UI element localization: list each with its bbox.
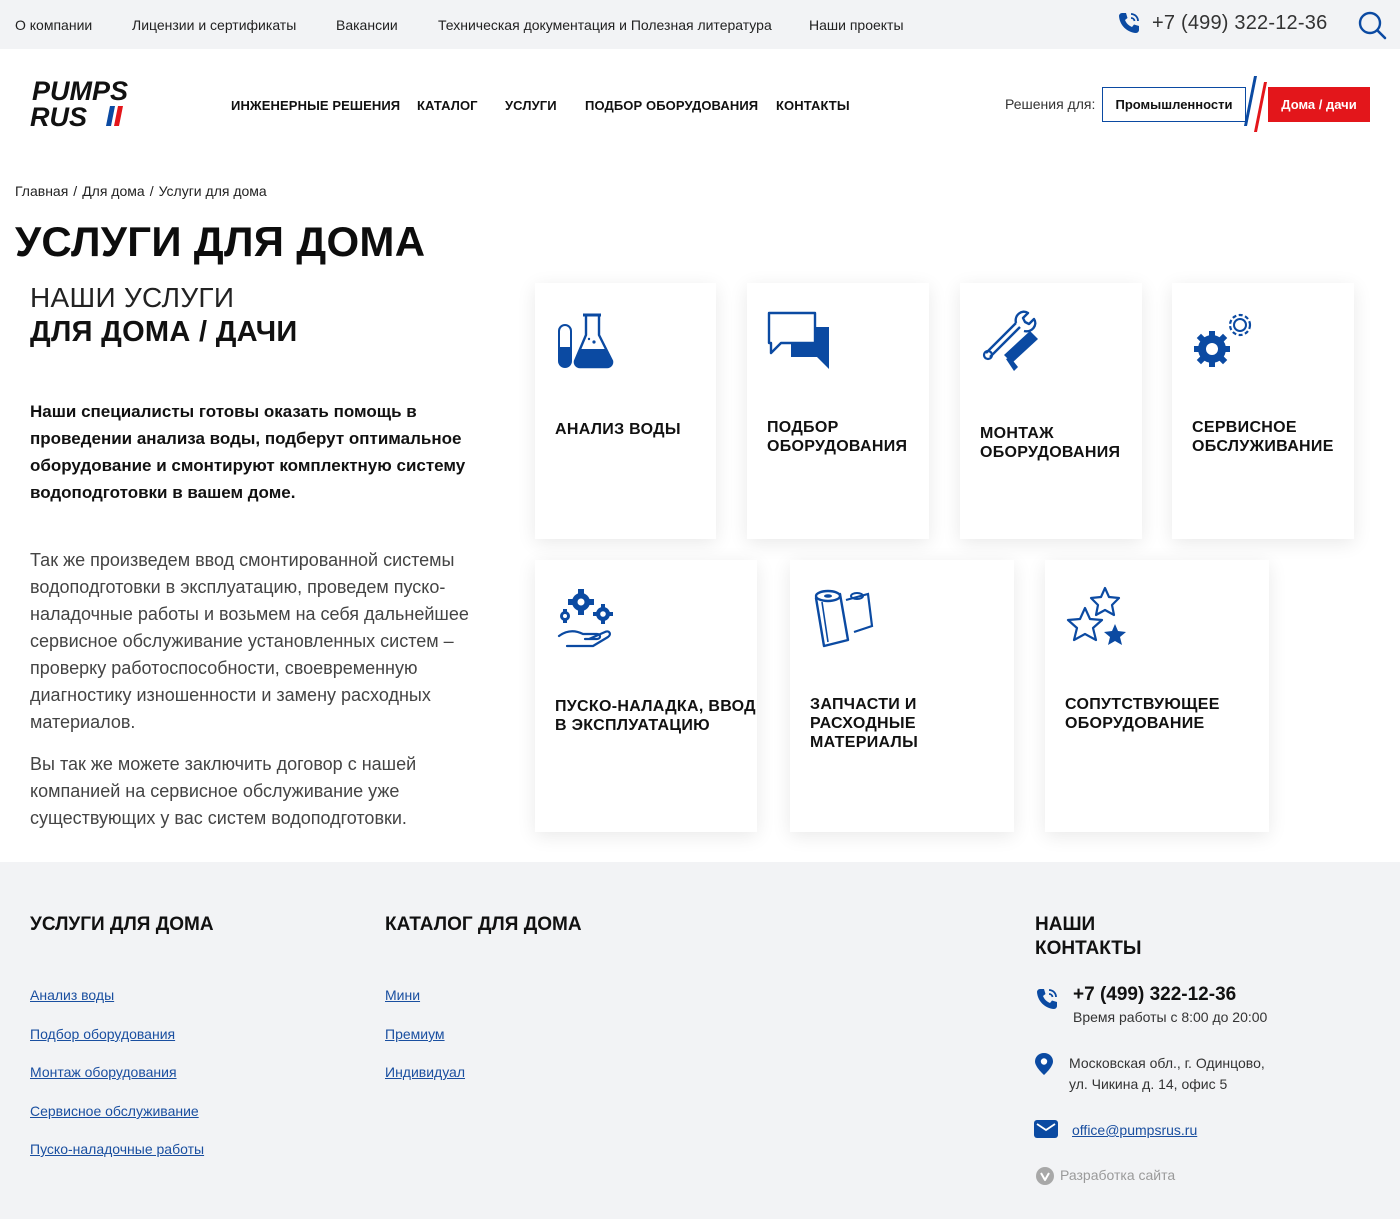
wrench-icon bbox=[982, 310, 1038, 371]
footer-link-water-analysis[interactable]: Анализ воды bbox=[30, 987, 114, 1003]
service-card-related-equipment[interactable]: Сопутствующее оборудование bbox=[1045, 560, 1269, 832]
footer-address-line1: Московская обл., г. Одинцово, bbox=[1069, 1055, 1265, 1071]
top-phone-number: +7 (499) 322-12-36 bbox=[1152, 11, 1328, 34]
solutions-label: Решения для: bbox=[1005, 96, 1096, 112]
service-label: Сервисное обслуживание bbox=[1192, 419, 1334, 455]
chat-icon bbox=[767, 311, 829, 369]
section-subtitle-1: НАШИ УСЛУГИ bbox=[30, 282, 235, 313]
location-pin-icon bbox=[1035, 1053, 1053, 1075]
breadcrumb-home[interactable]: Главная bbox=[15, 183, 68, 199]
nav-catalog[interactable]: КАТАЛОГ bbox=[417, 98, 478, 113]
service-card-maintenance[interactable]: Сервисное обслуживание bbox=[1172, 283, 1354, 539]
service-card-spare-parts[interactable]: Запчасти и расходные материалы bbox=[790, 560, 1014, 832]
footer-address-line2: ул. Чикина д. 14, офис 5 bbox=[1069, 1076, 1228, 1092]
footer-address: Московская обл., г. Одинцово, ул. Чикина… bbox=[1069, 1053, 1265, 1095]
service-label: Пуско-наладка, ввод в эксплуатацию bbox=[555, 698, 756, 734]
service-card-commissioning[interactable]: Пуско-наладка, ввод в эксплуатацию bbox=[535, 560, 757, 832]
section-subtitle-2: ДЛЯ ДОМА / ДАЧИ bbox=[30, 316, 298, 348]
footer-link-premium[interactable]: Премиум bbox=[385, 1026, 445, 1042]
search-icon[interactable] bbox=[1356, 9, 1388, 41]
logo[interactable]: PUMPS RUS bbox=[30, 76, 160, 132]
service-label: Монтаж оборудования bbox=[980, 425, 1121, 461]
footer-catalog-title: Каталог для дома bbox=[385, 914, 582, 935]
stars-icon bbox=[1066, 586, 1126, 645]
gears-icon bbox=[1194, 313, 1252, 367]
footer-contacts-title: Наши контакты bbox=[1035, 914, 1142, 959]
footer-hours: Время работы с 8:00 до 20:00 bbox=[1073, 1009, 1268, 1025]
service-label: Анализ воды bbox=[555, 421, 681, 438]
home-button[interactable]: Дома / дачи bbox=[1268, 87, 1370, 122]
hand-gears-icon bbox=[557, 589, 613, 648]
footer-link-commissioning[interactable]: Пуско-наладочные работы bbox=[30, 1141, 204, 1157]
service-label: Запчасти и расходные материалы bbox=[810, 696, 919, 751]
footer-link-equipment-selection[interactable]: Подбор оборудования bbox=[30, 1026, 175, 1042]
service-card-installation[interactable]: Монтаж оборудования bbox=[960, 283, 1142, 539]
top-link-docs[interactable]: Техническая документация и Полезная лите… bbox=[438, 17, 772, 33]
top-link-vacancies[interactable]: Вакансии bbox=[336, 17, 398, 33]
lead-text: Наши специалисты готовы оказать помощь в… bbox=[30, 402, 466, 502]
footer-link-individual[interactable]: Индивидуал bbox=[385, 1064, 465, 1080]
nav-equipment-selection[interactable]: ПОДБОР ОБОРУДОВАНИЯ bbox=[585, 98, 758, 113]
footer-phone[interactable]: +7 (499) 322-12-36 bbox=[1073, 984, 1236, 1006]
breadcrumb-current: Услуги для дома bbox=[158, 183, 267, 199]
service-label: Сопутствующее оборудование bbox=[1065, 696, 1220, 732]
footer-link-maintenance[interactable]: Сервисное обслуживание bbox=[30, 1103, 199, 1119]
industry-button[interactable]: Промышленности bbox=[1102, 87, 1246, 122]
service-card-water-analysis[interactable]: Анализ воды bbox=[535, 283, 716, 539]
top-phone[interactable]: +7 (499) 322-12-36 bbox=[1116, 10, 1327, 36]
nav-contacts[interactable]: КОНТАКТЫ bbox=[776, 98, 850, 113]
developer-logo-icon bbox=[1036, 1167, 1054, 1185]
mail-icon bbox=[1034, 1120, 1058, 1138]
footer-services-title: Услуги для дома bbox=[30, 914, 214, 935]
paragraph-1: Так же произведем ввод смонтированной си… bbox=[30, 550, 469, 732]
top-link-about[interactable]: О компании bbox=[15, 17, 92, 33]
footer-link-mini[interactable]: Мини bbox=[385, 987, 420, 1003]
service-card-equipment-selection[interactable]: Подбор оборудования bbox=[747, 283, 929, 539]
nav-engineering[interactable]: ИНЖЕНЕРНЫЕ РЕШЕНИЯ bbox=[231, 98, 400, 113]
divider-slashes bbox=[1244, 76, 1267, 132]
footer-developer-link[interactable]: Разработка сайта bbox=[1060, 1167, 1175, 1183]
nav-services[interactable]: УСЛУГИ bbox=[505, 98, 557, 113]
paragraph-2: Вы так же можете заключить договор с наш… bbox=[30, 754, 417, 828]
phone-icon bbox=[1119, 13, 1139, 33]
top-link-licenses[interactable]: Лицензии и сертификаты bbox=[132, 17, 296, 33]
breadcrumb: Главная / Для дома / Услуги для дома bbox=[15, 183, 267, 199]
footer-email[interactable]: office@pumpsrus.ru bbox=[1072, 1122, 1197, 1138]
flask-icon bbox=[558, 313, 614, 369]
phone-icon bbox=[1037, 989, 1057, 1009]
page-title: УСЛУГИ ДЛЯ ДОМА bbox=[15, 218, 426, 265]
footer-link-installation[interactable]: Монтаж оборудования bbox=[30, 1064, 177, 1080]
logo-text-2: RUS bbox=[30, 102, 87, 131]
service-label: Подбор оборудования bbox=[767, 419, 908, 455]
breadcrumb-for-home[interactable]: Для дома bbox=[82, 183, 145, 199]
top-link-projects[interactable]: Наши проекты bbox=[809, 17, 904, 33]
filter-icon bbox=[814, 589, 874, 648]
